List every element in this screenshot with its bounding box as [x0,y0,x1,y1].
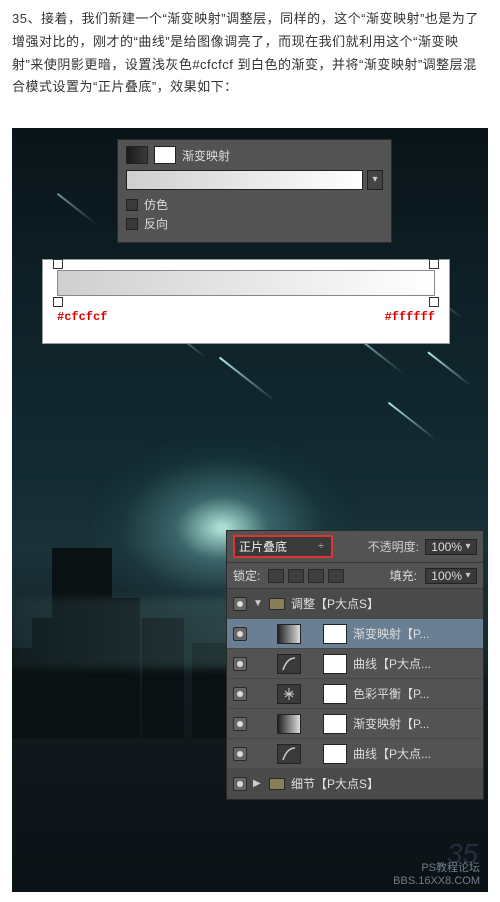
layer-gradient-map-2[interactable]: 渐变映射【P... [227,709,483,739]
folder-icon [269,778,285,790]
link-icon [307,627,317,641]
balance-icon [277,684,301,704]
visibility-toggle[interactable] [233,717,247,731]
curves-icon [277,654,301,674]
visibility-toggle[interactable] [233,747,247,761]
adjustment-mask-thumb [154,146,176,164]
layer-group-adjust[interactable]: ▼ 调整【P大点S】 [227,589,483,619]
right-hex-label: #ffffff [385,310,435,324]
opacity-label: 不透明度: [368,538,419,555]
layer-mask-thumb[interactable] [323,624,347,644]
link-icon [307,747,317,761]
chevron-down-icon[interactable]: ▾ [462,541,474,552]
blend-mode-select[interactable]: 正片叠底 [239,538,311,555]
lock-transparent-icon[interactable] [268,569,284,583]
panel-title: 渐变映射 [182,147,230,164]
layer-mask-thumb[interactable] [323,654,347,674]
gradient-map-icon [277,714,301,734]
link-icon [307,687,317,701]
reverse-checkbox[interactable] [126,218,138,230]
left-hex-label: #cfcfcf [57,310,107,324]
fill-value[interactable]: 100% [428,569,462,583]
visibility-toggle[interactable] [233,597,247,611]
link-icon [307,657,317,671]
meteor [219,357,275,402]
lock-pixels-icon[interactable] [288,569,304,583]
layer-mask-thumb[interactable] [323,714,347,734]
layer-name[interactable]: 调整【P大点S】 [291,595,477,612]
chevron-down-icon[interactable]: ▾ [462,570,474,581]
layer-group-detail[interactable]: ▶ 细节【P大点S】 [227,769,483,799]
dither-checkbox[interactable] [126,199,138,211]
layer-name[interactable]: 渐变映射【P... [353,715,477,732]
layer-name[interactable]: 细节【P大点S】 [291,775,477,792]
lock-position-icon[interactable] [308,569,324,583]
folder-icon [269,598,285,610]
lock-all-icon[interactable] [328,569,344,583]
visibility-toggle[interactable] [233,657,247,671]
layer-mask-thumb[interactable] [323,744,347,764]
layer-mask-thumb[interactable] [323,684,347,704]
opacity-stop-left[interactable] [53,259,63,269]
watermark: PS教程论坛 BBS.16XX8.COM [393,862,480,888]
curves-icon [277,744,301,764]
gradient-map-icon [277,624,301,644]
layer-name[interactable]: 曲线【P大点... [353,745,477,762]
disclosure-triangle-icon[interactable]: ▶ [253,778,263,789]
visibility-toggle[interactable] [233,627,247,641]
meteor [57,193,98,225]
layer-name[interactable]: 曲线【P大点... [353,655,477,672]
opacity-value[interactable]: 100% [428,540,462,554]
layer-curves[interactable]: 曲线【P大点... [227,649,483,679]
link-icon [307,717,317,731]
reverse-label: 反向 [144,215,168,232]
lock-label: 锁定: [233,567,260,584]
chevron-down-icon[interactable]: ÷ [315,541,327,552]
layer-name[interactable]: 渐变映射【P... [353,625,477,642]
gradient-editor: #cfcfcf #ffffff [42,259,450,344]
adjustment-thumb [126,146,148,164]
blend-mode-highlight: 正片叠底 ÷ [233,535,333,558]
disclosure-triangle-icon[interactable]: ▼ [253,598,263,609]
color-stop-left[interactable] [53,297,63,307]
opacity-stop-right[interactable] [429,259,439,269]
fill-label: 填充: [390,567,417,584]
gradient-map-panel: 渐变映射 ▾ 仿色 反向 [117,139,392,243]
layer-curves-2[interactable]: 曲线【P大点... [227,739,483,769]
step-description: 35、接着，我们新建一个“渐变映射”调整层，同样的，这个“渐变映射”也是为了增强… [0,0,500,105]
color-stop-right[interactable] [429,297,439,307]
visibility-toggle[interactable] [233,777,247,791]
meteor [427,351,472,386]
visibility-toggle[interactable] [233,687,247,701]
layer-color-balance[interactable]: 色彩平衡【P... [227,679,483,709]
dither-label: 仿色 [144,196,168,213]
layer-gradient-map-selected[interactable]: 渐变映射【P... [227,619,483,649]
layers-panel: 正片叠底 ÷ 不透明度: 100%▾ 锁定: 填充: 100%▾ ▼ 调整【P大… [226,530,484,800]
gradient-dropdown[interactable]: ▾ [367,170,383,190]
layer-name[interactable]: 色彩平衡【P... [353,685,477,702]
gradient-strip[interactable] [57,270,435,296]
gradient-preview-bar[interactable] [126,170,363,190]
meteor [388,402,437,441]
